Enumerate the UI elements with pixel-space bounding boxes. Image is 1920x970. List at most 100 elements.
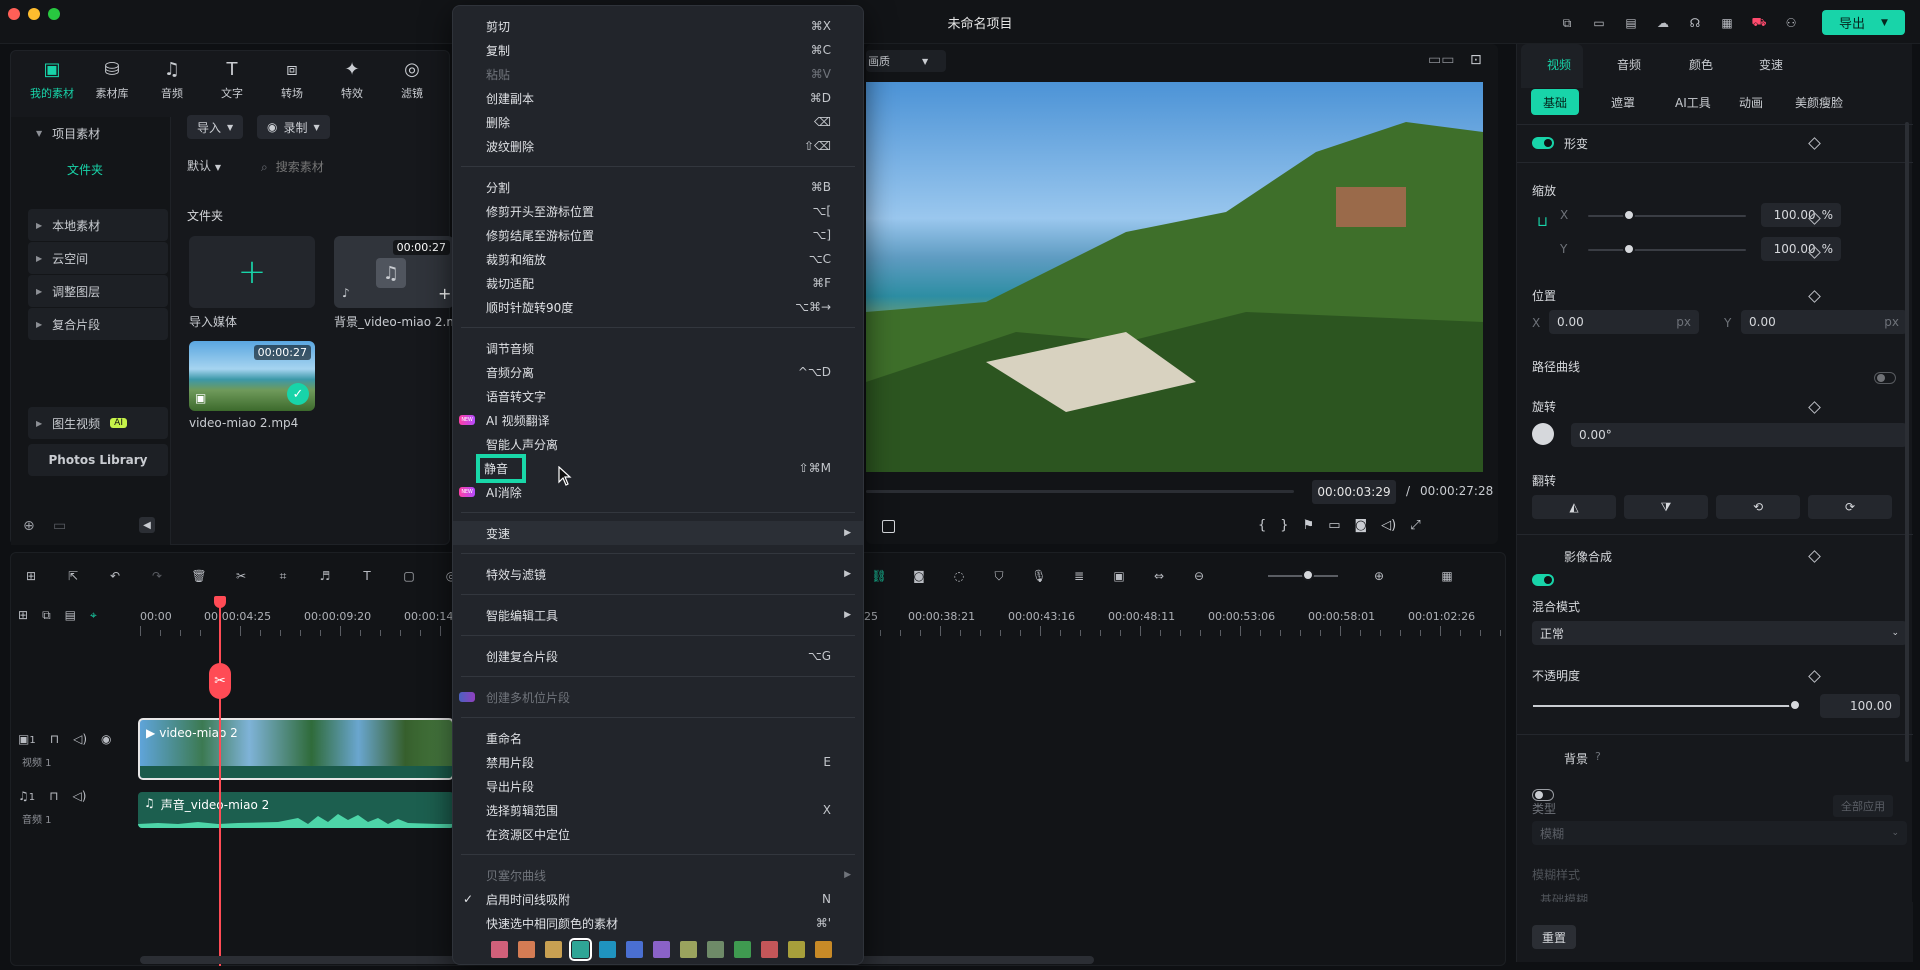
menu-item[interactable]: 修剪结尾至游标位置 ⌥] bbox=[453, 223, 863, 247]
playback-progress[interactable] bbox=[866, 490, 1294, 493]
search-input[interactable] bbox=[275, 160, 426, 174]
menu-item[interactable]: 创建复合片段 ⌥G bbox=[453, 644, 863, 668]
menu-item[interactable]: 贝塞尔曲线 ▶ bbox=[453, 863, 863, 887]
lock-icon[interactable]: ⊓ bbox=[50, 732, 59, 746]
scale-x-slider[interactable] bbox=[1588, 215, 1746, 217]
snapshot-icon[interactable]: ◙ bbox=[1355, 518, 1368, 533]
cut-icon[interactable]: ✂ bbox=[228, 563, 254, 589]
menu-item[interactable]: ✓ 启用时间线吸附 N bbox=[453, 887, 863, 911]
color-swatch[interactable] bbox=[491, 941, 508, 958]
menu-item[interactable]: 创建副本 ⌘D bbox=[453, 86, 863, 110]
menu-item[interactable]: 智能编辑工具 ▶ bbox=[453, 603, 863, 627]
multi-panel-icon[interactable]: ⊞ bbox=[18, 563, 44, 589]
import-dropdown[interactable]: 导入 ▼ bbox=[187, 115, 244, 139]
snap-icon[interactable]: ⌖ bbox=[90, 608, 97, 623]
tool-my-media[interactable]: ▣ 我的素材 bbox=[23, 59, 81, 107]
crop-box-icon[interactable]: ▢ bbox=[396, 563, 422, 589]
layout-icon[interactable]: ▭ bbox=[1588, 12, 1610, 34]
menu-item[interactable]: 变速 ▶ bbox=[453, 521, 863, 545]
rotate-dial[interactable] bbox=[1532, 423, 1554, 445]
menu-item[interactable]: 删除 ⌫ bbox=[453, 110, 863, 134]
lock-icon[interactable]: ⊔ bbox=[1537, 214, 1548, 230]
inspector-tab-3[interactable]: 变速 bbox=[1759, 56, 1783, 78]
import-media-tile[interactable]: + bbox=[189, 236, 315, 308]
lock-icon[interactable]: ⊓ bbox=[49, 789, 58, 803]
transform-toggle[interactable] bbox=[1532, 137, 1554, 149]
bg-type-select[interactable]: 模糊 ⌄ bbox=[1532, 821, 1907, 845]
path-curve-toggle[interactable] bbox=[1874, 372, 1896, 384]
sidebar-item-1[interactable]: ▶ 云空间 bbox=[28, 242, 168, 274]
headset-icon[interactable]: ☊ bbox=[1684, 12, 1706, 34]
color-swatch[interactable] bbox=[569, 938, 592, 961]
rotate-field[interactable]: 0.00° bbox=[1571, 423, 1907, 447]
inspector-scrollbar[interactable] bbox=[1905, 122, 1909, 762]
audio-clip[interactable]: ♫ 声音_video-miao 2 bbox=[138, 792, 454, 828]
playhead-line[interactable] bbox=[219, 596, 221, 966]
opacity-field[interactable]: 100.00 bbox=[1820, 694, 1900, 718]
tool-music[interactable]: ♫ 音频 bbox=[143, 59, 201, 107]
grid-view-icon[interactable]: ▦ bbox=[1434, 563, 1460, 589]
scissors-icon[interactable]: ✂ bbox=[209, 663, 231, 699]
close-window-button[interactable] bbox=[8, 8, 20, 20]
video-clip[interactable]: ▶ video-miao 2 bbox=[138, 718, 454, 780]
undo-icon[interactable]: ↶ bbox=[102, 563, 128, 589]
ai-camera-icon[interactable]: ◙ bbox=[906, 563, 932, 589]
keyframe-icon[interactable] bbox=[1808, 670, 1821, 683]
inspector-subtab-4[interactable]: 美颜瘦脸 bbox=[1783, 89, 1855, 115]
menu-item[interactable]: 波纹删除 ⇧⌫ bbox=[453, 134, 863, 158]
pos-x-field[interactable]: 0.00 px bbox=[1549, 310, 1699, 334]
menu-item[interactable]: 快速选中相同颜色的素材 ⌘' bbox=[453, 911, 863, 935]
sidebar-item-0[interactable]: ▶ 本地素材 bbox=[28, 209, 168, 241]
menu-item[interactable]: 顺时针旋转90度 ⌥⌘→ bbox=[453, 295, 863, 319]
menu-item[interactable]: 剪切 ⌘X bbox=[453, 14, 863, 38]
subtitle-icon[interactable]: ≣ bbox=[1066, 563, 1092, 589]
menu-item[interactable]: 调节音频 bbox=[453, 336, 863, 360]
track-layout-icon[interactable]: ▤ bbox=[65, 608, 76, 623]
menu-item[interactable]: 裁切适配 ⌘F bbox=[453, 271, 863, 295]
color-swatch[interactable] bbox=[599, 941, 616, 958]
inspector-tab-1[interactable]: 音频 bbox=[1617, 56, 1641, 78]
menu-item[interactable]: 智能人声分离 bbox=[453, 432, 863, 456]
menu-item[interactable]: NEW AI消除 bbox=[453, 480, 863, 504]
minimize-window-button[interactable] bbox=[28, 8, 40, 20]
search-box[interactable]: ⌕ bbox=[261, 157, 451, 177]
collapse-sidebar-button[interactable]: ◀ bbox=[139, 517, 155, 533]
redo-icon[interactable]: ↷ bbox=[144, 563, 170, 589]
zoom-window-button[interactable] bbox=[48, 8, 60, 20]
color-swatch[interactable] bbox=[626, 941, 643, 958]
menu-item[interactable]: 分割 ⌘B bbox=[453, 175, 863, 199]
menu-item[interactable]: 粘贴 ⌘V bbox=[453, 62, 863, 86]
menu-item[interactable]: 创建多机位片段 bbox=[453, 685, 863, 709]
zoom-knob[interactable] bbox=[1302, 569, 1314, 581]
opacity-knob[interactable] bbox=[1789, 699, 1801, 711]
screenshot-icon[interactable]: ⧉ bbox=[1556, 12, 1578, 34]
project-media-item[interactable]: ▼ 项目素材 bbox=[28, 117, 168, 149]
photos-library-item[interactable]: Photos Library bbox=[28, 444, 168, 476]
keyframe-icon[interactable] bbox=[1808, 401, 1821, 414]
mark-in-icon[interactable]: { bbox=[1258, 518, 1266, 533]
keyframe-icon[interactable] bbox=[1808, 290, 1821, 303]
menu-item[interactable]: 导出片段 bbox=[453, 774, 863, 798]
color-swatch[interactable] bbox=[788, 941, 805, 958]
eye-icon[interactable]: ◉ bbox=[101, 732, 111, 746]
inspector-tab-0[interactable]: 视频 bbox=[1547, 56, 1571, 78]
fullscreen-icon[interactable]: ⤢ bbox=[1410, 518, 1420, 533]
inspector-subtab-2[interactable]: AI工具 bbox=[1663, 89, 1723, 115]
link-track-icon[interactable]: ⧉ bbox=[42, 608, 51, 623]
rotate-right-icon[interactable]: ⟳ bbox=[1808, 495, 1892, 519]
flip-vertical-icon[interactable]: ⧩ bbox=[1624, 495, 1708, 519]
marker-icon[interactable]: ⚑ bbox=[1303, 518, 1315, 533]
video-media-tile[interactable]: 00:00:27 ▣ ✓ bbox=[189, 341, 315, 411]
flip-horizontal-icon[interactable]: ◭ bbox=[1532, 495, 1616, 519]
screen-icon[interactable]: ▣ bbox=[1106, 563, 1132, 589]
stop-button[interactable] bbox=[882, 520, 895, 533]
color-swatch[interactable] bbox=[680, 941, 697, 958]
crop-icon[interactable]: ⌗ bbox=[270, 563, 296, 589]
export-button[interactable]: 导出 ▼ bbox=[1822, 10, 1905, 35]
scale-y-slider[interactable] bbox=[1588, 249, 1746, 251]
color-swatch[interactable] bbox=[734, 941, 751, 958]
volume-icon[interactable]: ◁) bbox=[1381, 518, 1396, 533]
blend-mode-select[interactable]: 正常 ⌄ bbox=[1532, 621, 1907, 645]
menu-item[interactable]: 选择剪辑范围 X bbox=[453, 798, 863, 822]
inspector-tab-2[interactable]: 颜色 bbox=[1689, 56, 1713, 78]
